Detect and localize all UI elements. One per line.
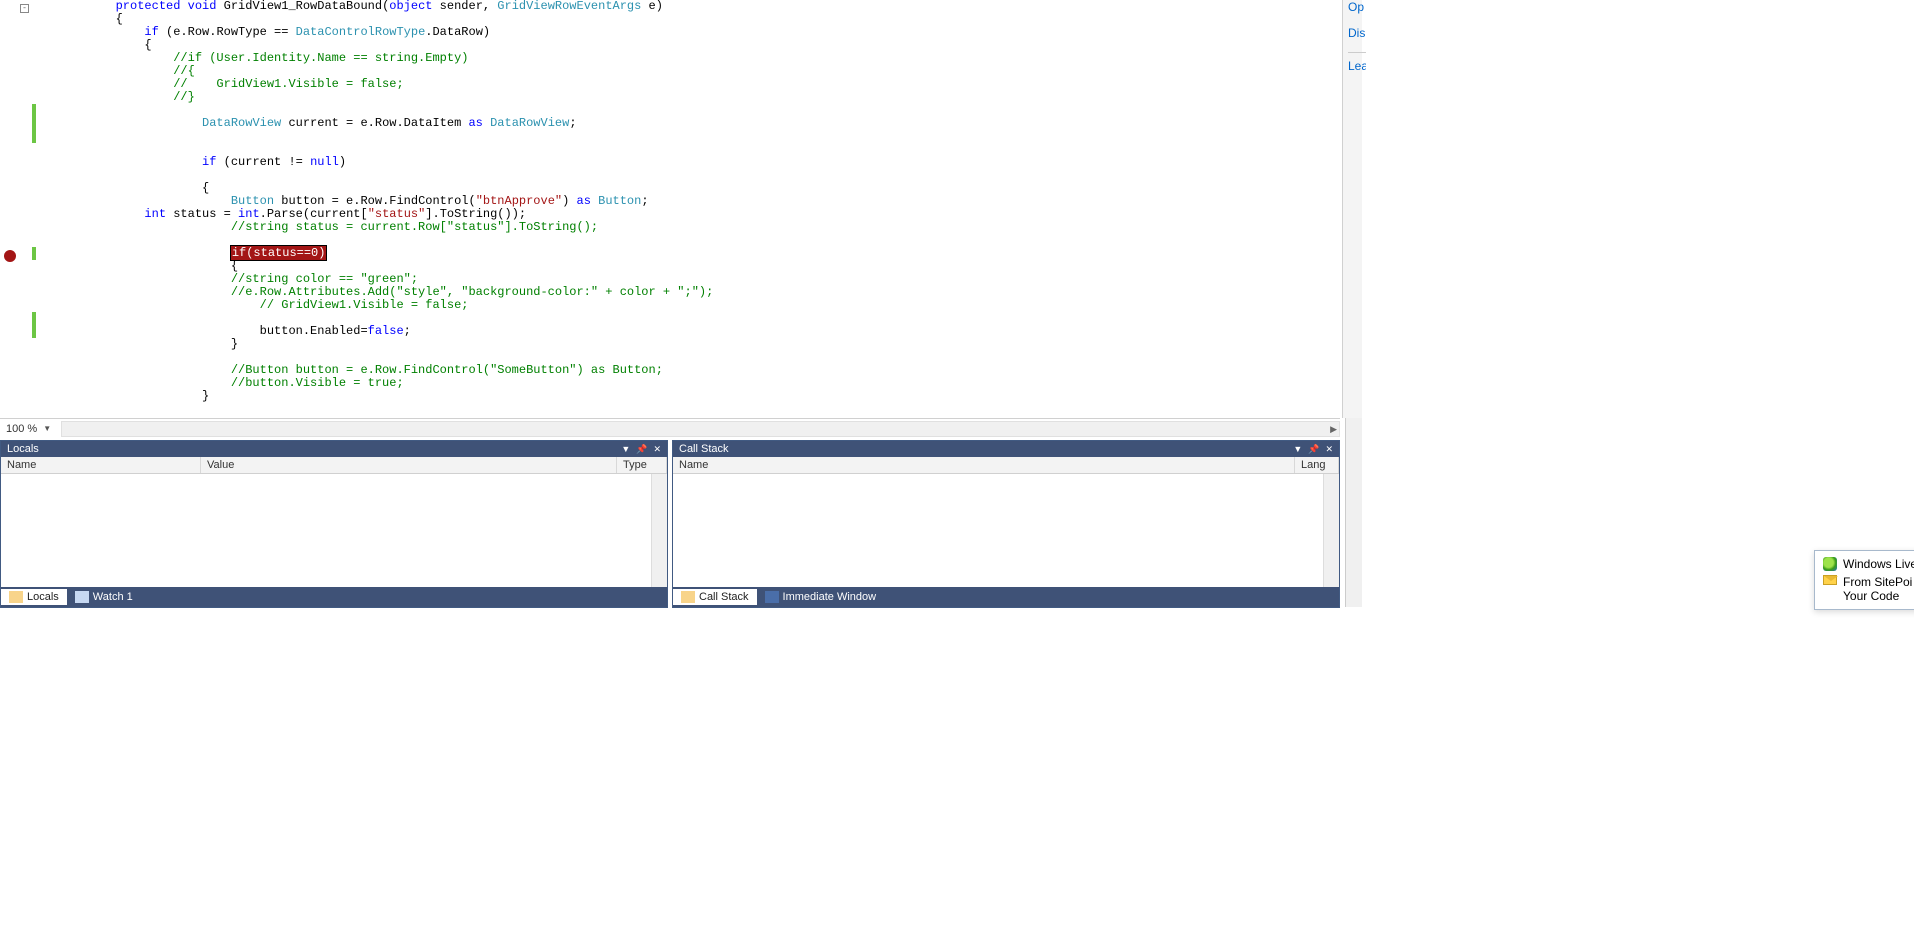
collapse-toggle-icon[interactable]: -: [20, 4, 29, 13]
tab-icon: [681, 591, 695, 603]
close-icon[interactable]: ✕: [1325, 444, 1333, 455]
tab-label: Watch 1: [93, 591, 133, 603]
left-tab-strip: Locals Watch 1: [1, 587, 667, 607]
zoom-dropdown-icon[interactable]: ▼: [43, 424, 51, 433]
panel-dropdown-icon[interactable]: ▼: [621, 444, 630, 454]
side-link[interactable]: Op: [1348, 0, 1366, 14]
tab-label: Immediate Window: [783, 591, 877, 603]
callstack-body: [673, 474, 1339, 587]
locals-title-bar[interactable]: Locals ▼ 📌 ✕: [1, 441, 667, 457]
callstack-title-bar[interactable]: Call Stack ▼ 📌 ✕: [673, 441, 1339, 457]
toast-notification[interactable]: Windows Live Me From SitePoi Your Code: [1814, 550, 1914, 610]
locals-column-headers: Name Value Type: [1, 457, 667, 474]
change-marker: [32, 312, 36, 338]
col-value[interactable]: Value: [201, 457, 617, 473]
pin-icon[interactable]: 📌: [636, 444, 647, 455]
col-name[interactable]: Name: [1, 457, 201, 473]
locals-scrollbar[interactable]: [651, 474, 667, 587]
tab-icon: [9, 591, 23, 603]
zoom-level[interactable]: 100 %: [0, 423, 43, 435]
tab-call-stack[interactable]: Call Stack: [673, 589, 757, 605]
close-icon[interactable]: ✕: [653, 444, 661, 455]
breakpoint-marker[interactable]: [4, 250, 16, 262]
mail-icon: [1823, 575, 1837, 585]
callstack-column-headers: Name Lang: [673, 457, 1339, 474]
locals-panel: Locals ▼ 📌 ✕ Name Value Type Locals Watch…: [0, 440, 668, 608]
callstack-title-text: Call Stack: [679, 443, 1287, 455]
panel-dropdown-icon[interactable]: ▼: [1293, 444, 1302, 454]
locals-title-text: Locals: [7, 443, 615, 455]
tab-immediate-window[interactable]: Immediate Window: [757, 589, 885, 605]
tab-locals[interactable]: Locals: [1, 589, 67, 605]
tab-label: Locals: [27, 591, 59, 603]
messenger-icon: [1823, 557, 1837, 571]
callstack-panel: Call Stack ▼ 📌 ✕ Name Lang Call Stack Imm…: [672, 440, 1340, 608]
col-lang[interactable]: Lang: [1295, 457, 1339, 473]
change-marker: [32, 247, 36, 260]
bottom-panels: Locals ▼ 📌 ✕ Name Value Type Locals Watch…: [0, 440, 1340, 608]
notification-body: From SitePoi Your Code: [1843, 575, 1912, 603]
col-type[interactable]: Type: [617, 457, 667, 473]
side-links: Op Dis Lea: [1348, 0, 1366, 85]
col-name[interactable]: Name: [673, 457, 1295, 473]
editor-status-bar: 100 % ▼ ▶: [0, 418, 1340, 438]
side-link[interactable]: Dis: [1348, 26, 1366, 40]
tab-icon: [765, 591, 779, 603]
tab-watch-1[interactable]: Watch 1: [67, 589, 141, 605]
tab-icon: [75, 591, 89, 603]
locals-body: [1, 474, 667, 587]
tab-label: Call Stack: [699, 591, 749, 603]
change-marker: [32, 104, 36, 143]
notification-title: Windows Live Me: [1843, 557, 1914, 571]
pin-icon[interactable]: 📌: [1308, 444, 1319, 455]
callstack-scrollbar[interactable]: [1323, 474, 1339, 587]
scroll-right-arrow[interactable]: ▶: [1330, 424, 1337, 435]
right-tab-strip: Call Stack Immediate Window: [673, 587, 1339, 607]
side-link[interactable]: Lea: [1348, 59, 1366, 73]
horizontal-scrollbar[interactable]: ▶: [61, 421, 1340, 437]
